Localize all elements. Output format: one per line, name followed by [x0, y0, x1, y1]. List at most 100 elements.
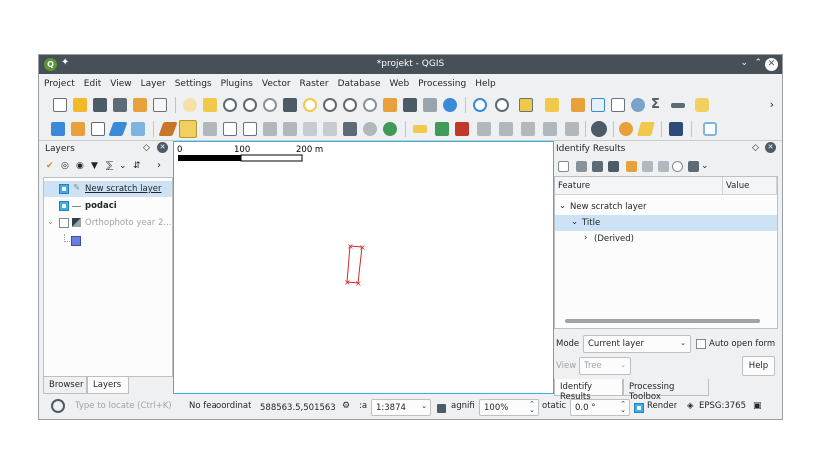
layer-visibility-checkbox[interactable] — [59, 201, 69, 211]
chevron-down-icon[interactable]: ⌄ — [119, 161, 127, 171]
undo-icon[interactable] — [363, 122, 377, 136]
highlight-icon[interactable] — [626, 161, 637, 172]
float-panel-icon[interactable]: ◇ — [752, 143, 759, 153]
zoom-out-icon[interactable] — [243, 98, 257, 112]
close-window-button[interactable]: ✕ — [765, 58, 778, 71]
add-vertex-icon[interactable] — [91, 122, 105, 136]
tab-identify-results[interactable]: Identify Results — [554, 379, 623, 402]
mode-select[interactable]: Current layer ⌄ — [583, 335, 691, 353]
menu-layer[interactable]: Layer — [136, 75, 170, 89]
result-row-title[interactable]: ⌄ Title — [555, 215, 777, 231]
column-header-feature[interactable]: Feature — [555, 177, 723, 195]
float-panel-icon[interactable]: ◇ — [143, 143, 150, 153]
measure-icon[interactable] — [671, 103, 685, 108]
chevron-down-icon[interactable]: ⌄ — [47, 217, 54, 227]
layout-manager-icon[interactable] — [153, 98, 167, 112]
messages-icon[interactable]: ▣ — [753, 401, 762, 411]
layer-visibility-checkbox[interactable] — [59, 218, 69, 228]
crs-globe-icon[interactable]: ◈ — [687, 401, 694, 411]
close-panel-icon[interactable]: ✕ — [765, 142, 776, 153]
menu-project[interactable]: Project — [39, 75, 79, 89]
tab-processing-toolbox[interactable]: Processing Toolbox — [623, 379, 709, 402]
toolbox-icon[interactable] — [631, 98, 645, 112]
result-row-layer[interactable]: ⌄ New scratch layer — [555, 199, 777, 215]
cut-features-icon[interactable] — [303, 122, 317, 136]
print-icon[interactable] — [658, 161, 669, 172]
maximize-button[interactable]: ⌃ — [754, 58, 762, 68]
tab-browser[interactable]: Browser — [43, 377, 87, 394]
field-calculator-icon[interactable] — [611, 98, 625, 112]
view-select[interactable]: Tree ⌄ — [579, 357, 631, 375]
close-panel-icon[interactable]: ✕ — [157, 142, 168, 153]
toolbar-more-icon[interactable]: › — [770, 98, 774, 111]
layer-row-podaci[interactable]: podaci — [44, 198, 172, 214]
map-tips-icon[interactable] — [695, 98, 709, 112]
digitize-curve-icon[interactable] — [131, 122, 145, 136]
plugin-a-icon[interactable] — [619, 122, 633, 136]
open-styling-icon[interactable]: ✔ — [46, 161, 54, 171]
identify-settings-icon[interactable] — [672, 161, 683, 172]
rotation-spinbox[interactable]: 0.0 ° ⌃ ⌄ — [570, 399, 630, 416]
menu-view[interactable]: View — [105, 75, 135, 89]
manage-visibility-icon[interactable]: ◉ — [76, 161, 84, 171]
layer-visibility-checkbox[interactable] — [59, 184, 69, 194]
editing-pencil-icon[interactable] — [179, 120, 197, 138]
run-feature-action-icon[interactable] — [495, 98, 509, 112]
map-canvas[interactable]: 0 100 200 m × × × × — [173, 141, 554, 394]
menu-settings[interactable]: Settings — [170, 75, 216, 89]
scale-select[interactable]: 1:3874 ⌄ — [371, 399, 431, 416]
current-edits-icon[interactable] — [51, 122, 65, 136]
tab-layers[interactable]: Layers — [87, 377, 129, 394]
modify-attributes-icon[interactable] — [263, 122, 277, 136]
diagram-options-icon[interactable] — [543, 122, 557, 136]
lock-scale-icon[interactable] — [437, 404, 446, 413]
zoom-rubberband-icon[interactable] — [263, 98, 277, 112]
chevron-down-icon[interactable]: ⌄ — [701, 161, 709, 171]
chevron-right-icon[interactable]: › — [157, 160, 161, 171]
pan-to-selection-icon[interactable] — [203, 98, 217, 112]
deselect-features-icon[interactable] — [571, 98, 585, 112]
rotate-label-icon[interactable] — [499, 122, 513, 136]
filter-legend-icon[interactable]: ▼ — [91, 161, 98, 171]
label-tool-icon[interactable] — [413, 125, 427, 133]
show-labels-icon[interactable] — [455, 122, 469, 136]
chevron-down-icon[interactable]: ⌄ — [571, 217, 578, 227]
chevron-down-icon[interactable]: ⌄ — [559, 201, 566, 211]
new-map-view-icon[interactable] — [403, 98, 417, 112]
digitize-icon[interactable] — [108, 122, 128, 136]
scratch-feature[interactable]: × × × × — [344, 242, 366, 288]
copy-features-icon[interactable] — [323, 122, 337, 136]
zoom-in-icon[interactable] — [223, 98, 237, 112]
filter-expression-icon[interactable]: ⅀ — [106, 161, 113, 171]
refresh-icon[interactable] — [443, 98, 457, 112]
zoom-next-icon[interactable] — [383, 98, 397, 112]
label-properties-icon[interactable] — [565, 122, 579, 136]
metasearch-icon[interactable] — [669, 122, 683, 136]
crs-button[interactable]: EPSG:3765 — [699, 401, 746, 411]
pin-labels-icon[interactable] — [435, 122, 449, 136]
pan-map-icon[interactable] — [183, 98, 197, 112]
auto-open-form-checkbox[interactable] — [696, 339, 706, 349]
menu-edit[interactable]: Edit — [79, 75, 105, 89]
menu-processing[interactable]: Processing — [413, 75, 470, 89]
toggle-edits-icon[interactable] — [158, 122, 178, 136]
identify-mode-icon[interactable] — [688, 161, 699, 172]
redo-icon[interactable] — [383, 122, 397, 136]
menu-web[interactable]: Web — [385, 75, 414, 89]
zoom-to-layer-icon[interactable] — [323, 98, 337, 112]
select-by-value-icon[interactable] — [545, 98, 559, 112]
save-as-icon[interactable] — [113, 98, 127, 112]
open-project-icon[interactable] — [73, 98, 87, 112]
move-label-icon[interactable] — [477, 122, 491, 136]
globe-plugin-icon[interactable] — [703, 122, 717, 136]
horizontal-scrollbar[interactable] — [565, 319, 760, 323]
print-layout-icon[interactable] — [133, 98, 147, 112]
layer-edits-icon[interactable] — [71, 122, 85, 136]
render-checkbox[interactable] — [634, 403, 644, 413]
change-label-icon[interactable] — [521, 122, 535, 136]
menu-help[interactable]: Help — [470, 75, 500, 89]
zoom-to-selection-icon[interactable] — [303, 98, 317, 112]
help-button[interactable]: Help — [742, 356, 775, 376]
zoom-full-icon[interactable] — [283, 98, 297, 112]
vertex-tool-icon[interactable] — [243, 122, 257, 136]
